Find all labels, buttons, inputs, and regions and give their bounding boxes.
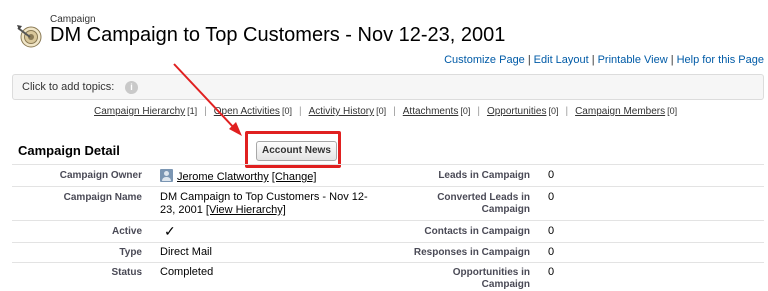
- field-label: Campaign Name: [63, 192, 142, 203]
- field-label: Status: [111, 267, 142, 278]
- campaign-target-icon: [17, 25, 42, 48]
- related-link-count: [1]: [187, 106, 198, 116]
- field-value: 0: [548, 266, 555, 278]
- separator: |: [670, 54, 674, 66]
- topics-bar[interactable]: Click to add topics: i: [12, 74, 764, 100]
- field-value: 0: [548, 225, 555, 237]
- detail-row: Active ✓ Contacts in Campaign 0: [12, 220, 764, 243]
- related-link-count: [0]: [376, 106, 387, 116]
- separator: |: [204, 106, 207, 117]
- campaign-name-text: 23, 2001: [160, 204, 203, 216]
- separator: |: [591, 54, 595, 66]
- field-label-text: Opportunities in: [452, 267, 530, 278]
- field-label: Leads in Campaign: [438, 170, 530, 181]
- separator: |: [565, 106, 569, 117]
- field-value: 0: [548, 246, 555, 258]
- related-link-opportunities[interactable]: Opportunities: [487, 106, 546, 117]
- separator: |: [298, 106, 302, 117]
- detail-row: Campaign Owner Jerome Clatworthy [Change…: [12, 164, 764, 187]
- separator: |: [393, 106, 396, 117]
- printable-view-link[interactable]: Printable View: [598, 54, 668, 66]
- help-for-page-link[interactable]: Help for this Page: [677, 54, 764, 66]
- campaign-owner-value: Jerome Clatworthy [Change]: [160, 169, 316, 183]
- header-links: Customize Page | Edit Layout | Printable Vie…: [444, 54, 764, 66]
- separator: |: [477, 106, 480, 117]
- field-label: Active: [111, 226, 142, 237]
- info-icon[interactable]: i: [125, 81, 138, 94]
- detail-row: Status Completed Opportunities in Campaig…: [12, 262, 764, 290]
- related-link-activity-history[interactable]: Activity History: [309, 106, 375, 117]
- related-link-campaign-hierarchy[interactable]: Campaign Hierarchy: [94, 106, 185, 117]
- related-link-count: [0]: [281, 106, 292, 116]
- field-value: Completed: [160, 266, 214, 278]
- campaign-name-text: DM Campaign to Top Customers - Nov 12-: [160, 191, 368, 203]
- field-label: Converted Leads in Campaign: [400, 192, 530, 216]
- separator: |: [527, 54, 531, 66]
- account-news-button[interactable]: Account News: [256, 141, 337, 161]
- field-label-text: Campaign: [481, 279, 530, 290]
- related-link-open-activities[interactable]: Open Activities: [214, 106, 280, 117]
- campaign-name-value: DM Campaign to Top Customers - Nov 12- 23…: [160, 191, 368, 217]
- section-title: Campaign Detail: [18, 143, 120, 158]
- owner-link[interactable]: Jerome Clatworthy: [177, 171, 269, 183]
- related-link-count: [0]: [548, 106, 559, 116]
- related-link-attachments[interactable]: Attachments: [403, 106, 459, 117]
- related-link-campaign-members[interactable]: Campaign Members: [575, 106, 665, 117]
- field-value: 0: [548, 191, 555, 203]
- field-label-text: Converted Leads in: [437, 192, 530, 203]
- active-checkmark-icon: ✓: [164, 223, 176, 239]
- related-list-links: Campaign Hierarchy [1] | Open Activities [0]…: [94, 106, 677, 117]
- user-icon: [160, 169, 173, 182]
- customize-page-link[interactable]: Customize Page: [444, 54, 525, 66]
- field-label: Contacts in Campaign: [424, 226, 530, 237]
- field-label: Type: [119, 247, 142, 258]
- field-label-text: Campaign: [481, 204, 530, 215]
- related-link-count: [0]: [460, 106, 471, 116]
- related-link-count: [0]: [667, 106, 678, 116]
- field-value: 0: [548, 169, 555, 181]
- view-hierarchy-link[interactable]: [View Hierarchy]: [206, 204, 286, 216]
- field-label: Opportunities in Campaign: [400, 267, 530, 291]
- detail-row: Campaign Name DM Campaign to Top Custome…: [12, 186, 764, 221]
- field-label: Campaign Owner: [59, 170, 142, 181]
- detail-row: Type Direct Mail Responses in Campaign 0: [12, 242, 764, 263]
- add-topics-label[interactable]: Click to add topics:: [22, 81, 114, 93]
- field-label: Responses in Campaign: [413, 247, 530, 258]
- field-value: Direct Mail: [160, 246, 212, 258]
- page-title: DM Campaign to Top Customers - Nov 12-23…: [50, 24, 506, 46]
- edit-layout-link[interactable]: Edit Layout: [534, 54, 589, 66]
- change-owner-link[interactable]: [Change]: [272, 171, 317, 183]
